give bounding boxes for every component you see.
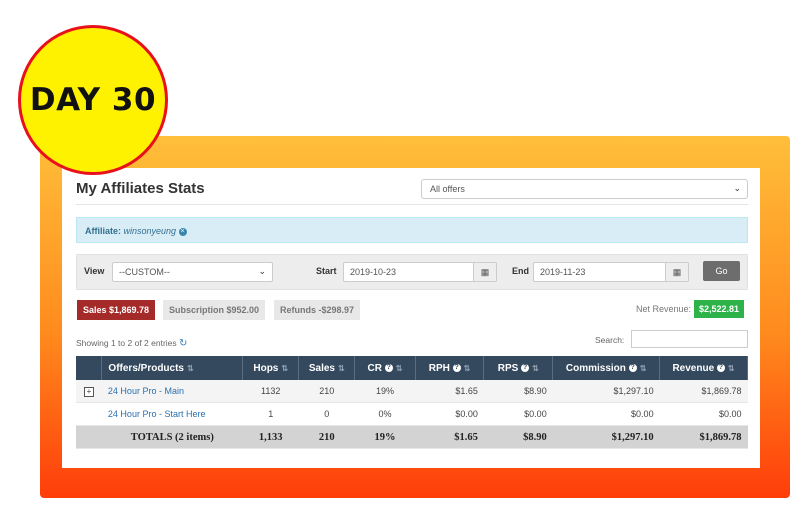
totals-revenue: $1,869.78 [659, 425, 748, 449]
revenue-cell: $1,869.78 [659, 380, 748, 403]
sort-icon: ⇅ [187, 363, 194, 373]
search-label: Search: [595, 335, 625, 345]
commission-cell: $1,297.10 [552, 380, 660, 403]
refresh-icon[interactable]: ↻ [179, 338, 187, 349]
affiliate-name: winsonyeung [123, 226, 177, 236]
column-header-commission[interactable]: Commission ? ⇅ [552, 356, 661, 380]
rps-cell: $0.00 [483, 402, 553, 426]
page-title: My Affiliates Stats [76, 180, 205, 197]
help-icon: ? [384, 363, 393, 372]
offer-link[interactable]: 24 Hour Pro - Main [101, 380, 243, 403]
help-icon: ? [628, 363, 637, 372]
affiliate-alert: Affiliate: winsonyeung × [76, 217, 748, 243]
column-header-revenue[interactable]: Revenue ? ⇅ [659, 356, 748, 380]
expand-cell [76, 402, 102, 426]
sales-cell: 210 [298, 380, 355, 403]
offer-link[interactable]: 24 Hour Pro - Start Here [101, 402, 243, 426]
sales-cell: 0 [298, 402, 355, 426]
totals-label: TOTALS (2 items) [101, 425, 243, 449]
column-header-hops[interactable]: Hops ⇅ [242, 356, 300, 380]
start-date-input[interactable]: 2019-10-23 ▦ [343, 262, 497, 282]
column-header-cr[interactable]: CR ? ⇅ [354, 356, 416, 380]
start-date-value: 2019-10-23 [350, 267, 397, 277]
sales-tab[interactable]: Sales $1,869.78 [77, 300, 156, 320]
offers-select-value: All offers [430, 184, 465, 194]
totals-sales: 210 [298, 425, 355, 449]
totals-hops: 1,133 [242, 425, 299, 449]
affiliate-label: Affiliate: [85, 226, 121, 236]
go-button[interactable]: Go [703, 261, 740, 281]
table-row: + 24 Hour Pro - Main 1132 210 19% $1.65 … [76, 380, 748, 403]
cr-cell: 19% [354, 380, 416, 403]
table-row: 24 Hour Pro - Start Here 1 0 0% $0.00 $0… [76, 402, 748, 426]
totals-rps: $8.90 [483, 425, 553, 449]
start-label: Start [316, 266, 337, 276]
totals-rph: $1.65 [415, 425, 484, 449]
cr-cell: 0% [354, 402, 416, 426]
sort-icon: ⇅ [727, 363, 735, 373]
end-label: End [512, 266, 529, 276]
totals-row: TOTALS (2 items) 1,133 210 19% $1.65 $8.… [76, 425, 748, 449]
stats-table: Offers/Products ⇅ Hops ⇅ Sales ⇅ CR ? ⇅ RPH … [76, 356, 748, 449]
sort-icon: ⇅ [281, 363, 289, 373]
totals-cr: 19% [354, 425, 416, 449]
hops-cell: 1 [242, 402, 299, 426]
view-select-value: --CUSTOM-- [119, 267, 170, 277]
divider [76, 204, 748, 205]
column-header-offers[interactable]: Offers/Products ⇅ [101, 356, 244, 380]
calendar-icon[interactable]: ▦ [473, 263, 496, 281]
chevron-down-icon: ⌄ [258, 266, 266, 276]
column-header-sales[interactable]: Sales ⇅ [298, 356, 356, 380]
refunds-tab[interactable]: Refunds -$298.97 [274, 300, 361, 320]
chevron-down-icon: ⌄ [733, 183, 741, 193]
hops-cell: 1132 [242, 380, 299, 403]
sort-icon: ⇅ [639, 363, 647, 373]
entries-count: Showing 1 to 2 of 2 entries [76, 338, 177, 348]
expand-icon[interactable]: + [83, 386, 94, 397]
sort-icon: ⇅ [338, 363, 345, 373]
sort-icon: ⇅ [395, 363, 403, 373]
rph-cell: $0.00 [415, 402, 484, 426]
totals-spacer [76, 425, 102, 449]
view-label: View [84, 266, 105, 276]
end-date-input[interactable]: 2019-11-23 ▦ [533, 262, 689, 282]
revenue-cell: $0.00 [659, 402, 748, 426]
day-badge-text: DAY 30 [29, 82, 157, 118]
net-revenue-label: Net Revenue: [636, 304, 692, 314]
remove-icon[interactable]: × [178, 227, 187, 236]
end-date-value: 2019-11-23 [540, 267, 586, 277]
view-select[interactable]: --CUSTOM-- ⌄ [112, 262, 273, 282]
calendar-icon[interactable]: ▦ [665, 263, 688, 281]
column-header-rps[interactable]: RPS ? ⇅ [483, 356, 554, 380]
sort-icon: ⇅ [532, 363, 539, 373]
commission-cell: $0.00 [552, 402, 660, 426]
sort-icon: ⇅ [463, 363, 471, 373]
totals-commission: $1,297.10 [552, 425, 660, 449]
expand-column-header [76, 356, 103, 380]
help-icon: ? [716, 363, 725, 372]
help-icon: ? [452, 363, 461, 372]
table-header-row: Offers/Products ⇅ Hops ⇅ Sales ⇅ CR ? ⇅ RPH … [76, 356, 748, 380]
day-badge: DAY 30 [18, 25, 168, 175]
net-revenue-badge: $2,522.81 [694, 300, 745, 318]
offers-select[interactable]: All offers ⌄ [421, 179, 748, 199]
table-info: Showing 1 to 2 of 2 entries ↻ [76, 338, 187, 349]
rph-cell: $1.65 [415, 380, 484, 403]
help-icon: ? [521, 363, 530, 372]
search-input[interactable] [631, 330, 748, 348]
rps-cell: $8.90 [483, 380, 553, 403]
subscription-tab[interactable]: Subscription $952.00 [163, 300, 266, 320]
expand-cell[interactable]: + [76, 380, 102, 403]
column-header-rph[interactable]: RPH ? ⇅ [415, 356, 485, 380]
